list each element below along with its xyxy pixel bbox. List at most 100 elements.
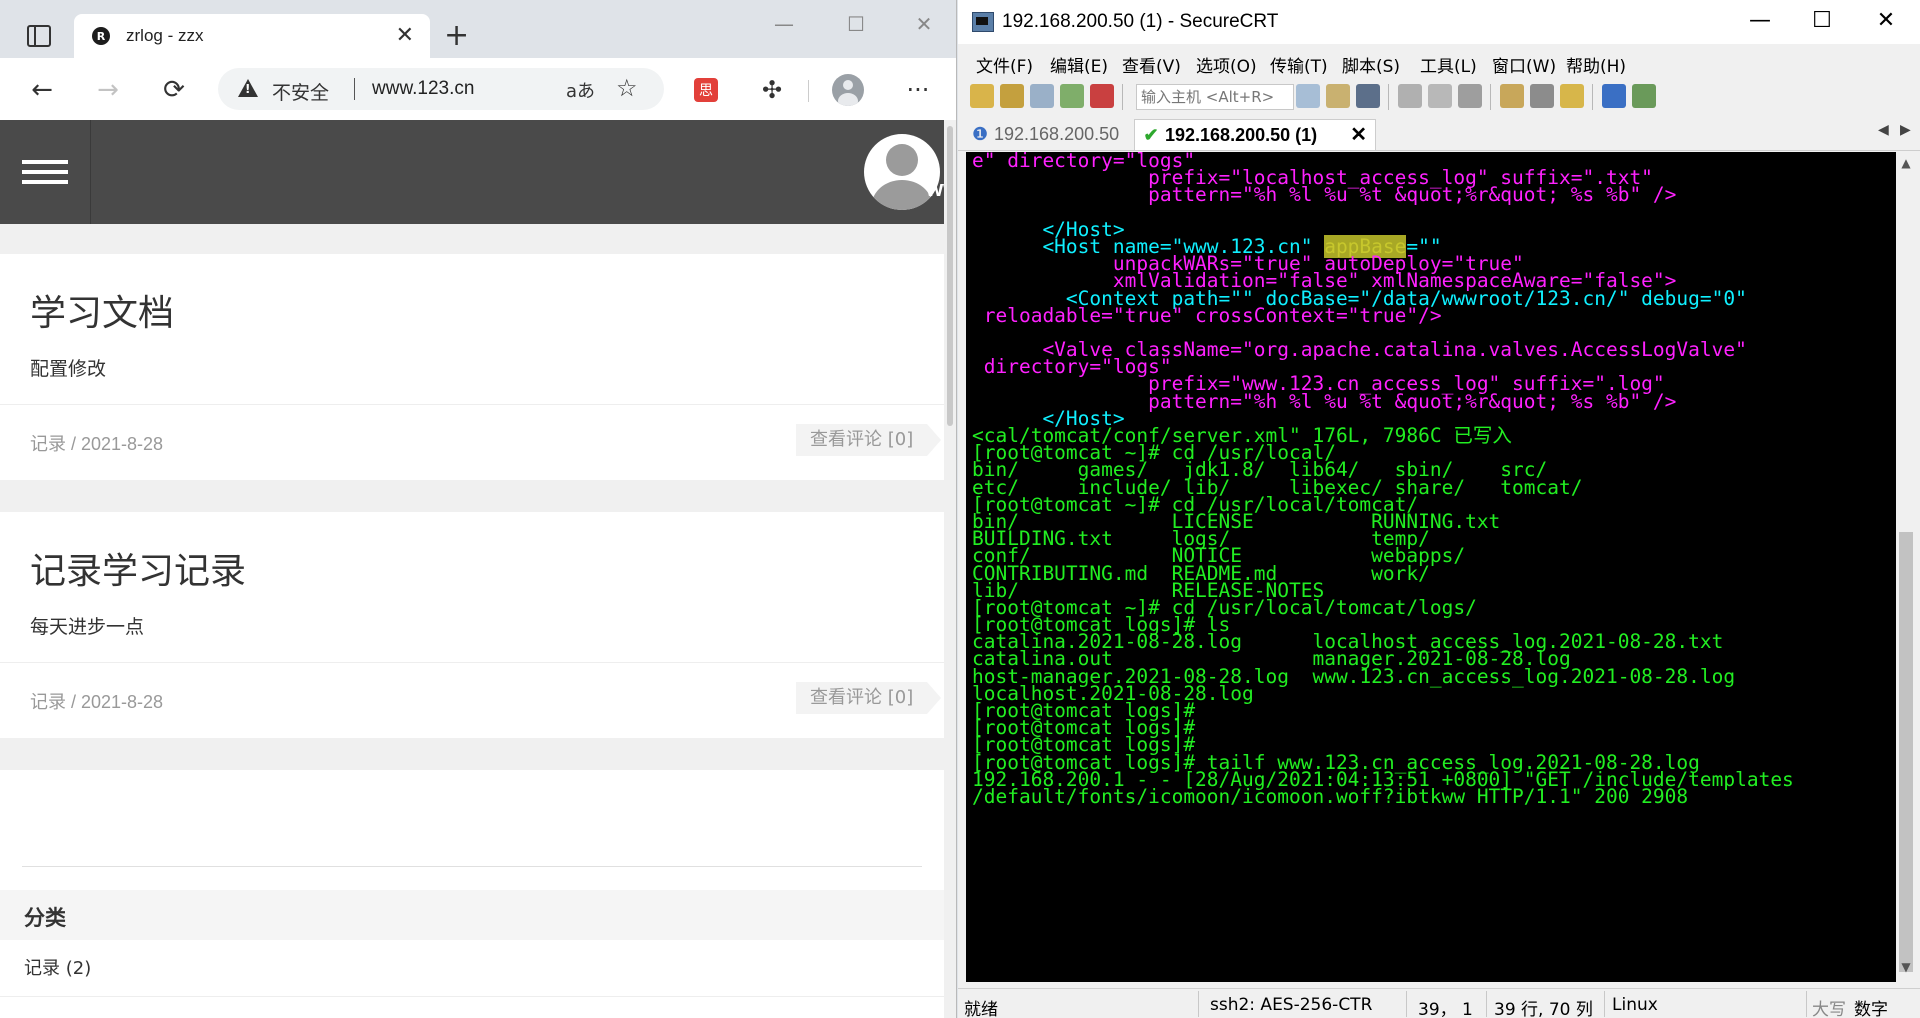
transfer-icon[interactable] xyxy=(1428,84,1452,108)
find-icon[interactable] xyxy=(1356,84,1380,108)
copy-icon[interactable] xyxy=(1296,84,1320,108)
category-link[interactable]: 记录 (2) xyxy=(24,954,91,980)
web-page: ww 学习文档 配置修改 记录 / 2021-8-28 查看评论 [0] 记录学… xyxy=(0,120,944,1018)
securecrt-title-bar: 192.168.200.50 (1) - SecureCRT — ☐ ✕ xyxy=(958,0,1920,44)
sftp-icon[interactable] xyxy=(1398,84,1422,108)
tab-scroll-right-icon[interactable]: ▶ xyxy=(1900,122,1911,138)
browser-tab-active[interactable]: R zrlog - zzx ✕ xyxy=(74,14,430,58)
print-icon[interactable] xyxy=(1458,84,1482,108)
tab-scroll-left-icon[interactable]: ◀ xyxy=(1878,122,1889,138)
post-meta[interactable]: 记录 / 2021-8-28 xyxy=(30,688,163,714)
status-bar: 就绪 ssh2: AES-256-CTR 39， 1 39 行, 70 列 Li… xyxy=(958,988,1920,1018)
tab-close-icon[interactable]: ✕ xyxy=(396,23,414,48)
browser-maximize-button[interactable]: ☐ xyxy=(836,12,876,36)
site-avatar-text: ww xyxy=(926,176,944,201)
post-divider xyxy=(0,404,944,405)
security-status-label[interactable]: 不安全 xyxy=(272,78,329,105)
keymap-icon[interactable] xyxy=(1560,84,1584,108)
menu-script[interactable]: 脚本(S) xyxy=(1342,52,1400,77)
page-scrollbar[interactable] xyxy=(944,120,956,1018)
widget-divider xyxy=(22,866,922,867)
post-title[interactable]: 记录学习记录 xyxy=(30,542,246,594)
site-favicon-icon: R xyxy=(92,27,110,45)
host-input[interactable]: 输入主机 <Alt+R> xyxy=(1136,84,1294,110)
terminal-line: pattern="%h %l %u %t &quot;%r&quot; %s %… xyxy=(972,183,1896,207)
global-options-icon[interactable] xyxy=(1530,84,1554,108)
post-excerpt: 每天进步一点 xyxy=(30,616,145,638)
terminal-line-text: reloadable="true" crossContext="true"/> xyxy=(972,303,1442,327)
url-text[interactable]: www.123.cn xyxy=(372,78,474,100)
status-cursor: 39， 1 xyxy=(1418,1000,1473,1018)
terminal-scrollbar[interactable]: ▲ ▼ xyxy=(1896,152,1916,982)
post-card: 记录学习记录 每天进步一点 记录 / 2021-8-28 查看评论 [0] xyxy=(0,512,944,738)
add-favorite-icon[interactable]: ☆ xyxy=(616,74,638,102)
status-num: 数字 xyxy=(1854,1000,1888,1018)
session-tab-close-icon[interactable]: ✕ xyxy=(1350,120,1367,150)
widget-divider xyxy=(0,996,944,997)
status-ready: 就绪 xyxy=(964,1000,998,1018)
menu-tools[interactable]: 工具(L) xyxy=(1420,52,1477,77)
help-icon[interactable] xyxy=(1602,84,1626,108)
back-button[interactable]: ← xyxy=(22,70,62,110)
terminal-line-text: pattern="%h %l %u %t &quot;%r&quot; %s %… xyxy=(972,183,1677,207)
read-aloud-icon[interactable]: aあ xyxy=(566,77,595,103)
scroll-down-icon[interactable]: ▼ xyxy=(1898,960,1914,976)
hamburger-menu-button[interactable] xyxy=(0,120,91,224)
menu-transfer[interactable]: 传输(T) xyxy=(1270,52,1328,77)
command-window-icon[interactable] xyxy=(1632,84,1656,108)
menu-options[interactable]: 选项(O) xyxy=(1196,52,1257,77)
session-tab-active[interactable]: ✔ 192.168.200.50 (1) ✕ xyxy=(1134,119,1376,150)
address-bar[interactable]: 不安全 www.123.cn aあ ☆ xyxy=(218,68,664,110)
refresh-icon: ⟳ xyxy=(163,75,185,105)
connect-in-tab-icon[interactable] xyxy=(1030,84,1054,108)
session-tab-label: 192.168.200.50 xyxy=(994,124,1120,144)
crt-minimize-button[interactable]: — xyxy=(1738,8,1782,33)
forward-button[interactable]: → xyxy=(88,70,128,110)
disconnect-icon[interactable] xyxy=(1090,84,1114,108)
connect-icon[interactable] xyxy=(970,84,994,108)
new-tab-button[interactable]: + xyxy=(444,18,469,53)
session-tab[interactable]: ❶ 192.168.200.50 xyxy=(964,119,1132,149)
menu-help[interactable]: 帮助(H) xyxy=(1566,52,1626,77)
warning-icon xyxy=(238,79,258,97)
terminal-scrollbar-thumb[interactable] xyxy=(1899,532,1913,972)
hamburger-bar xyxy=(22,170,68,174)
menu-view[interactable]: 查看(V) xyxy=(1122,52,1181,77)
toolbar-divider xyxy=(808,80,809,102)
browser-window: R zrlog - zzx ✕ + — ☐ ✕ ← → ⟳ 不安全 www.12… xyxy=(0,0,957,1018)
status-divider xyxy=(1198,991,1199,1017)
browser-close-button[interactable]: ✕ xyxy=(904,12,944,36)
post-excerpt: 配置修改 xyxy=(30,358,107,380)
view-comments-link[interactable]: 查看评论 [0] xyxy=(796,424,942,456)
crt-maximize-button[interactable]: ☐ xyxy=(1800,8,1844,33)
status-os: Linux xyxy=(1612,995,1658,1015)
post-card: 学习文档 配置修改 记录 / 2021-8-28 查看评论 [0] xyxy=(0,254,944,480)
extensions-menu-button[interactable]: ✣ xyxy=(752,70,792,110)
extension-button[interactable]: 思 xyxy=(686,70,726,110)
post-title[interactable]: 学习文档 xyxy=(30,284,174,336)
session-options-icon[interactable] xyxy=(1500,84,1524,108)
page-scrollbar-thumb[interactable] xyxy=(947,126,953,426)
post-meta[interactable]: 记录 / 2021-8-28 xyxy=(30,430,163,456)
crt-close-button[interactable]: ✕ xyxy=(1864,8,1908,33)
quick-connect-icon[interactable] xyxy=(1000,84,1024,108)
terminal-output[interactable]: e" directory="logs" prefix="localhost_ac… xyxy=(966,152,1896,982)
browser-minimize-button[interactable]: — xyxy=(764,12,804,36)
menu-window[interactable]: 窗口(W) xyxy=(1492,52,1556,77)
reconnect-icon[interactable] xyxy=(1060,84,1084,108)
scroll-up-icon[interactable]: ▲ xyxy=(1898,156,1914,172)
menu-file[interactable]: 文件(F) xyxy=(976,52,1033,77)
status-divider xyxy=(1486,991,1487,1017)
view-comments-link[interactable]: 查看评论 [0] xyxy=(796,682,942,714)
toolbar-divider xyxy=(1388,84,1389,110)
window-title: 192.168.200.50 (1) - SecureCRT xyxy=(1002,11,1279,32)
session-tabs: ❶ 192.168.200.50 ✔ 192.168.200.50 (1) ✕ ◀ … xyxy=(958,116,1920,151)
tab-actions-button[interactable] xyxy=(14,16,64,56)
tab-title: zrlog - zzx xyxy=(126,26,204,45)
paste-icon[interactable] xyxy=(1326,84,1350,108)
menu-edit[interactable]: 编辑(E) xyxy=(1050,52,1108,77)
more-menu-button[interactable]: ··· xyxy=(898,70,938,110)
browser-tab-bar: R zrlog - zzx ✕ + — ☐ ✕ xyxy=(0,0,956,58)
refresh-button[interactable]: ⟳ xyxy=(154,70,194,110)
profile-button[interactable] xyxy=(828,70,868,110)
